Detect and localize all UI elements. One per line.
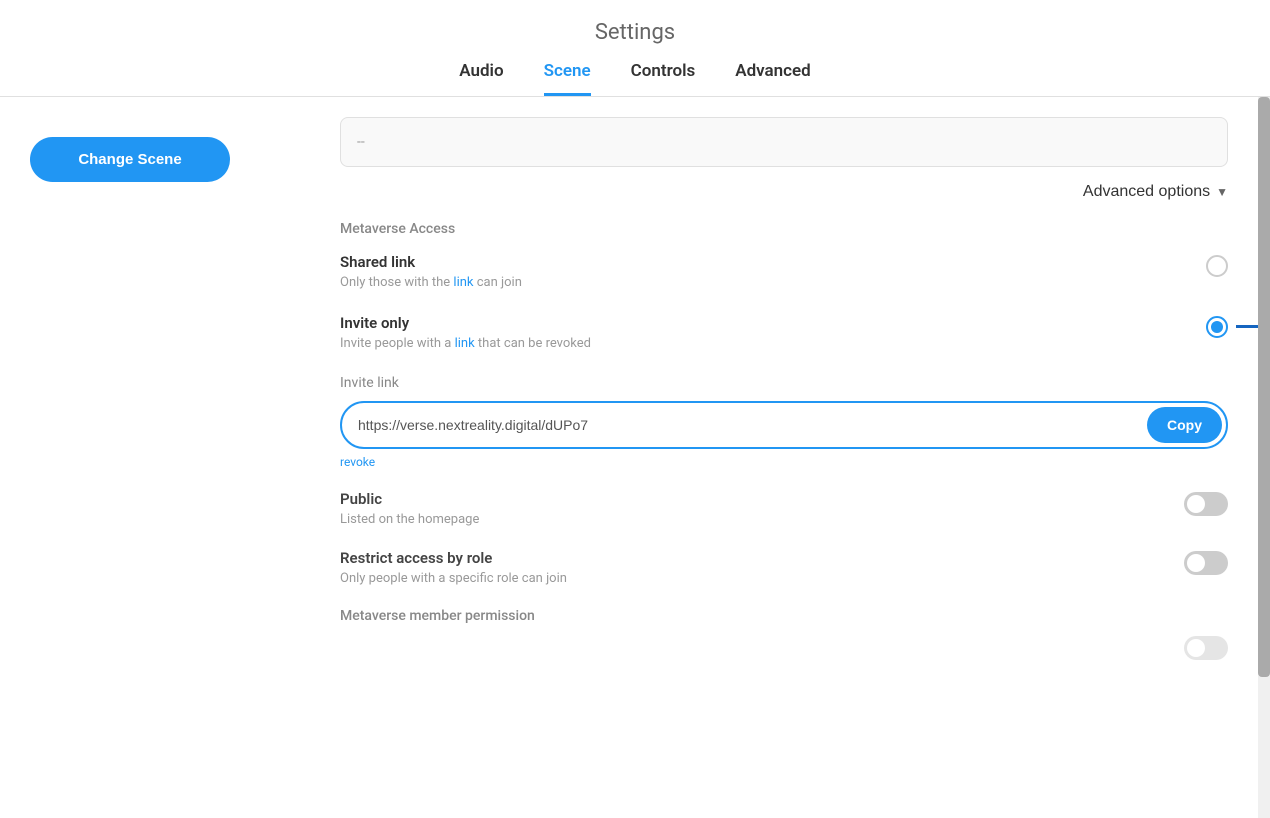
shared-link-radio[interactable] — [1206, 255, 1228, 277]
shared-link-label: Shared link — [340, 253, 1206, 271]
restrict-access-toggle-row: Restrict access by role Only people with… — [340, 549, 1228, 586]
invite-link-input-row: Copy — [340, 401, 1228, 449]
invite-link-section: Invite link Copy revoke — [340, 375, 1228, 470]
shared-link-desc-link[interactable]: link — [453, 275, 473, 290]
restrict-access-toggle[interactable] — [1184, 551, 1228, 575]
top-input-value: -- — [357, 134, 365, 150]
public-toggle[interactable] — [1184, 492, 1228, 516]
public-label: Public — [340, 490, 479, 508]
shared-link-option: Shared link Only those with the link can… — [340, 253, 1228, 294]
copy-button[interactable]: Copy — [1147, 407, 1222, 443]
metaverse-access-title: Metaverse Access — [340, 221, 1228, 237]
member-permission-title: Metaverse member permission — [340, 608, 1228, 624]
invite-only-desc-link[interactable]: link — [455, 336, 475, 351]
left-sidebar: Change Scene — [0, 97, 320, 818]
invite-only-wrapper: Invite only Invite people with a link th… — [340, 314, 1228, 355]
public-desc-text: Listed on the homepage — [340, 512, 479, 527]
shared-link-text: Shared link Only those with the link can… — [340, 253, 1206, 290]
tab-audio[interactable]: Audio — [459, 61, 503, 96]
arrow-annotation — [1236, 318, 1258, 334]
invite-only-option: Invite only Invite people with a link th… — [340, 314, 1228, 355]
advanced-options-row: Advanced options ▼ — [340, 183, 1228, 201]
public-desc: Listed on the homepage — [340, 512, 479, 527]
tab-advanced[interactable]: Advanced — [735, 61, 811, 96]
tabs-nav: Audio Scene Controls Advanced — [0, 61, 1270, 96]
top-input-field[interactable]: -- — [340, 117, 1228, 167]
page-title: Settings — [0, 20, 1270, 45]
metaverse-access-section: Metaverse Access Shared link Only those … — [340, 221, 1228, 355]
invite-only-radio[interactable] — [1206, 316, 1228, 338]
invite-only-desc-plain: Invite people with a — [340, 336, 455, 351]
revoke-link[interactable]: revoke — [340, 455, 375, 469]
restrict-access-desc-text: Only people with a specific role can joi… — [340, 571, 567, 586]
member-permission-toggle[interactable] — [1184, 636, 1228, 660]
tab-controls[interactable]: Controls — [631, 61, 696, 96]
restrict-access-desc: Only people with a specific role can joi… — [340, 571, 567, 586]
restrict-access-text: Restrict access by role Only people with… — [340, 549, 567, 586]
invite-only-text: Invite only Invite people with a link th… — [340, 314, 1206, 351]
shared-link-desc-plain: Only those with the — [340, 275, 453, 290]
invite-link-label: Invite link — [340, 375, 1228, 391]
content-area: -- Advanced options ▼ Metaverse Access S… — [320, 97, 1258, 818]
scrollbar-track[interactable] — [1258, 97, 1270, 818]
scrollbar-thumb[interactable] — [1258, 97, 1270, 677]
settings-header: Settings Audio Scene Controls Advanced — [0, 0, 1270, 97]
invite-only-desc-end: that can be revoked — [475, 336, 591, 351]
chevron-down-icon: ▼ — [1216, 185, 1228, 199]
member-permission-toggle-row — [340, 634, 1228, 660]
main-layout: Change Scene -- Advanced options ▼ Metav… — [0, 97, 1270, 818]
invite-only-desc: Invite people with a link that can be re… — [340, 336, 1206, 351]
shared-link-desc: Only those with the link can join — [340, 275, 1206, 290]
change-scene-button[interactable]: Change Scene — [30, 137, 230, 182]
arrow-line — [1236, 325, 1258, 328]
invite-only-radio-area — [1206, 314, 1228, 338]
invite-only-label: Invite only — [340, 314, 1206, 332]
advanced-options-button[interactable]: Advanced options ▼ — [1083, 183, 1228, 201]
tab-scene[interactable]: Scene — [544, 61, 591, 96]
restrict-access-label: Restrict access by role — [340, 549, 567, 567]
advanced-options-label: Advanced options — [1083, 183, 1210, 201]
public-toggle-row: Public Listed on the homepage — [340, 490, 1228, 527]
public-text: Public Listed on the homepage — [340, 490, 479, 527]
invite-link-input[interactable] — [342, 405, 1143, 445]
shared-link-desc-end: can join — [474, 275, 522, 290]
